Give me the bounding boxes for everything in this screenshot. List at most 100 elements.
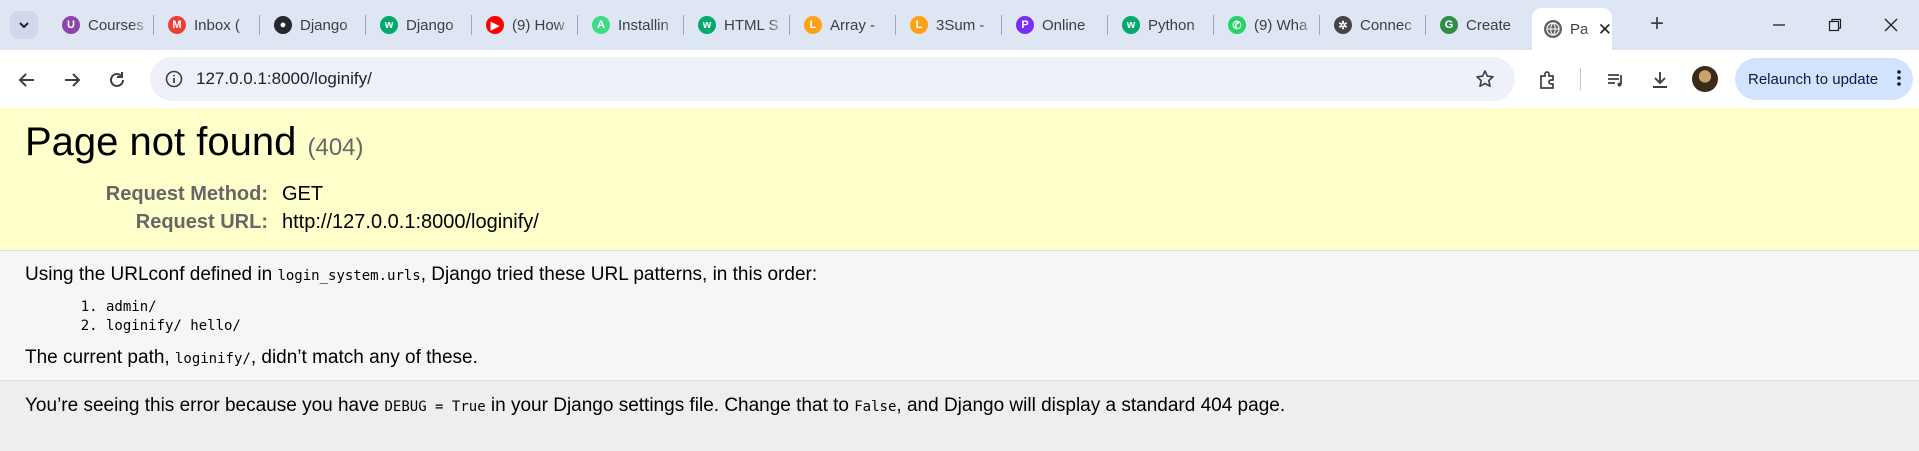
tab-title: Inbox ( [194,16,240,34]
text-span: Using the URLconf defined in [25,264,278,285]
tab-search-button[interactable] [10,11,38,39]
android-icon: A [592,16,610,34]
minimize-icon [1773,24,1785,26]
false-value: False [854,399,897,415]
forward-button[interactable] [60,68,84,92]
active-browser-tab[interactable]: Pa ✕ [1532,8,1612,50]
close-tab-icon[interactable]: ✕ [1598,21,1612,38]
youtube-icon: ▶ [486,16,504,34]
browser-tab[interactable]: G Create [1426,0,1532,50]
openai-icon: ✲ [1334,16,1352,34]
meta-key: Request URL: [135,211,268,233]
download-icon [1653,72,1667,88]
pi-icon: P [1016,16,1034,34]
tab-title: Django [300,16,348,34]
close-window-button[interactable] [1863,0,1919,50]
browser-tab[interactable]: ▶ (9) How [472,0,578,50]
error-summary: Page not found (404) Request Method: GET… [0,108,1919,251]
restore-icon [1828,18,1842,32]
tab-title: Array - [830,16,875,34]
meta-key: Request Method: [105,183,268,205]
back-button[interactable] [15,68,39,92]
playlist-icon [1608,74,1622,87]
meta-value: GET [282,183,324,205]
browser-tab[interactable]: ✲ Connec [1320,0,1426,50]
w3schools-icon: w [380,16,398,34]
url-pattern: loginify/ hello/ [106,317,241,336]
text-span: , Django tried these URL patterns, in th… [420,264,818,285]
tab-title: Online [1042,16,1086,34]
tab-title: HTML S [724,16,779,34]
browser-tab[interactable]: L 3Sum - [896,0,1002,50]
bookmark-star-button[interactable] [1473,67,1497,91]
text-span: in your Django settings file. Change tha… [485,395,855,416]
meta-value: http://127.0.0.1:8000/loginify/ [282,211,539,233]
tab-strip: U Courses M Inbox (● Django w Django ▶ (9) How A I… [0,0,1919,50]
browser-tab[interactable]: ● Django [260,0,366,50]
downloads-button[interactable] [1648,68,1672,92]
minimize-button[interactable] [1751,0,1807,50]
debug-explanation: You’re seeing this error because you hav… [0,381,1919,451]
meta-row: Request Method: GET [80,183,539,211]
media-control-button[interactable] [1604,68,1628,92]
more-vert-icon[interactable] [1897,69,1901,91]
browser-tab[interactable]: w Python [1108,0,1214,50]
tab-title: Python [1148,16,1195,34]
github-icon: ● [274,16,292,34]
tab-list: U Courses M Inbox (● Django w Django ▶ (9) How A I… [48,0,1612,50]
reload-button[interactable] [105,68,129,92]
site-info-icon[interactable] [162,67,186,91]
current-path: loginify/ [174,351,251,367]
address-bar[interactable]: 127.0.0.1:8000/loginify/ [150,57,1515,101]
w3schools-icon: w [698,16,716,34]
url-pattern-list: admin/ loginify/ hello/ [78,298,241,336]
browser-tab[interactable]: L Array - [790,0,896,50]
tab-title: (9) How [512,16,565,34]
course-icon: U [62,16,80,34]
debug-setting: DEBUG = True [384,399,486,415]
arrow-left-icon [18,73,34,87]
profile-avatar[interactable] [1692,66,1718,92]
restore-button[interactable] [1807,0,1863,50]
browser-tab[interactable]: M Inbox ( [154,0,260,50]
url-text[interactable]: 127.0.0.1:8000/loginify/ [196,69,372,89]
current-path-paragraph: The current path, loginify/, didn’t matc… [25,347,478,369]
tab-title: Installin [618,16,669,34]
close-icon [1884,18,1898,32]
explanation-paragraph: You’re seeing this error because you hav… [25,395,1285,417]
extensions-button[interactable] [1536,68,1560,92]
tab-title: Django [406,16,454,34]
tab-title: (9) Wha [1254,16,1308,34]
url-pattern: admin/ [106,298,241,317]
text-span: The current path, [25,347,175,368]
text-span: , didn’t match any of these. [250,347,478,368]
meta-row: Request URL: http://127.0.0.1:8000/login… [80,211,539,239]
leetcode-icon: L [910,16,928,34]
gmail-icon: M [168,16,186,34]
request-meta: Request Method: GET Request URL: http://… [80,183,539,239]
text-span: , and Django will display a standard 404… [896,395,1286,416]
tab-title: Connec [1360,16,1412,34]
toolbar-divider [1580,68,1581,90]
text-span: You’re seeing this error because you hav… [25,395,385,416]
status-code: (404) [307,134,364,161]
browser-tab[interactable]: A Installin [578,0,684,50]
w3schools-icon: w [1122,16,1140,34]
relaunch-label: Relaunch to update [1748,70,1879,88]
tab-title: Create [1466,16,1512,34]
new-tab-button[interactable]: + [1650,12,1664,36]
browser-tab[interactable]: P Online [1002,0,1108,50]
leetcode-icon: L [804,16,822,34]
urlconf-paragraph: Using the URLconf defined in login_syste… [25,264,817,286]
browser-tab[interactable]: w HTML S [684,0,790,50]
tab-title: Courses [88,16,144,34]
globe-icon [1544,20,1562,38]
puzzle-icon [1540,71,1554,89]
browser-tab[interactable]: w Django [366,0,472,50]
page-title: Page not found (404) [25,120,364,165]
chevron-down-icon [19,22,29,29]
browser-tab[interactable]: ✆ (9) Wha [1214,0,1320,50]
whatsapp-icon: ✆ [1228,16,1246,34]
browser-tab[interactable]: U Courses [48,0,154,50]
relaunch-button[interactable]: Relaunch to update [1735,58,1913,100]
